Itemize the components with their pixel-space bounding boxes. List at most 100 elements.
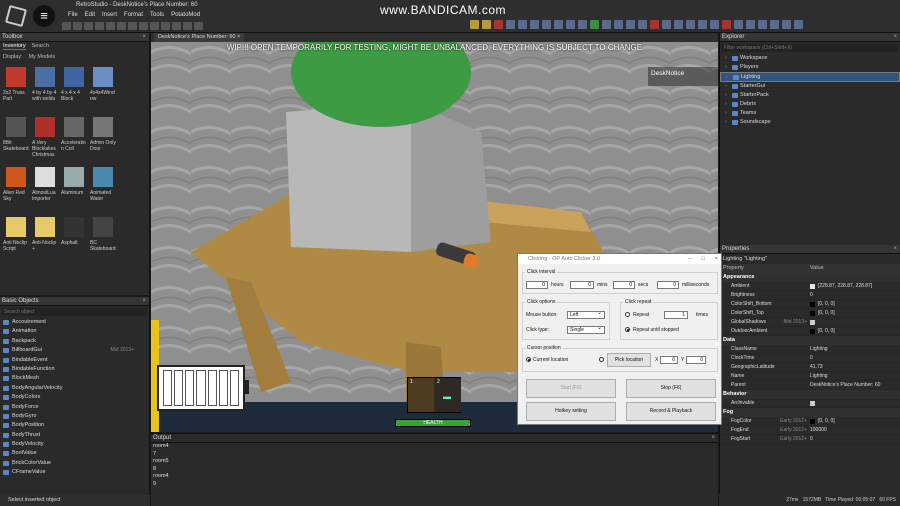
toolbox-item[interactable]: Aluminum: [61, 165, 86, 213]
menu-format[interactable]: Format: [124, 12, 143, 18]
roblox-logo-icon[interactable]: [4, 4, 28, 28]
union-icon[interactable]: [542, 20, 551, 29]
color-icon[interactable]: [602, 20, 611, 29]
basic-object-item[interactable]: Backpack: [0, 337, 149, 346]
explorer-item-players[interactable]: Players: [720, 63, 900, 72]
tab-place[interactable]: DeskNotice's Place Number: 60 ×: [154, 33, 245, 42]
display-dropdown[interactable]: My Models: [29, 54, 56, 60]
property-row[interactable]: ColorShift_Bottom [0, 0, 0]: [720, 300, 900, 309]
property-row[interactable]: FogColor Early 2012+ [0, 0, 0]: [720, 417, 900, 426]
tab-search[interactable]: Search: [32, 43, 49, 50]
color-swatch[interactable]: [810, 328, 815, 334]
menu-potatomod[interactable]: PotatoMod: [171, 12, 200, 18]
close-icon[interactable]: ×: [715, 254, 718, 264]
basic-object-item[interactable]: BlockMesh: [0, 374, 149, 383]
surface-icon[interactable]: [626, 20, 635, 29]
basic-object-item[interactable]: BodyThrust: [0, 431, 149, 440]
cut-icon[interactable]: [62, 22, 71, 30]
hours-input[interactable]: 0: [526, 281, 548, 289]
property-section[interactable]: Appearance: [720, 273, 900, 282]
property-row[interactable]: OutdoorAmbient [0, 0, 0]: [720, 327, 900, 336]
close-icon[interactable]: ×: [142, 33, 146, 42]
basic-object-item[interactable]: BodyForce: [0, 403, 149, 412]
ungroup-icon[interactable]: [578, 20, 587, 29]
property-row[interactable]: ClassName Lighting: [720, 345, 900, 354]
record-playback-button[interactable]: Record & Playback: [626, 402, 716, 421]
material-icon[interactable]: [614, 20, 623, 29]
explorer-item-soundscape[interactable]: Soundscape: [720, 118, 900, 127]
color-swatch[interactable]: [810, 283, 815, 289]
toolbox-item[interactable]: BC Skateboard: [90, 215, 116, 263]
upload-icon[interactable]: [758, 20, 767, 29]
script-icon[interactable]: [698, 20, 707, 29]
stop-icon[interactable]: [494, 20, 503, 29]
zoom-in-icon[interactable]: [161, 22, 170, 30]
toolbox-item[interactable]: 4 x 4 x 4 Block: [61, 65, 86, 113]
tab-inventory[interactable]: Inventory: [3, 43, 26, 50]
basic-object-item[interactable]: BrickColorValue: [0, 459, 149, 468]
zoom-out-icon[interactable]: [172, 22, 181, 30]
mouse-button-select[interactable]: Left: [567, 310, 605, 319]
property-value[interactable]: 41.73: [810, 363, 823, 371]
property-value[interactable]: 0: [810, 354, 813, 362]
hotbar-slot-2[interactable]: 2 ▬: [435, 378, 461, 412]
toolbox-item[interactable]: Anti Noclip Script: [3, 215, 28, 263]
x-input[interactable]: 0: [660, 356, 678, 364]
redo-icon[interactable]: [106, 22, 115, 30]
property-value[interactable]: Lighting: [810, 372, 828, 380]
negate-icon[interactable]: [554, 20, 563, 29]
property-value[interactable]: [0, 0, 0]: [818, 309, 835, 317]
start-button[interactable]: Start (F6): [526, 379, 616, 398]
close-icon[interactable]: ×: [893, 245, 897, 254]
explorer-item-lighting[interactable]: Lighting: [720, 72, 900, 83]
properties-icon[interactable]: [674, 20, 683, 29]
select-inserted-checkbox[interactable]: Select inserted object: [0, 495, 150, 506]
property-row[interactable]: Archivable: [720, 399, 900, 408]
property-value[interactable]: [0, 0, 0]: [818, 417, 835, 425]
toolbox-item[interactable]: Anti-Noclip +: [32, 215, 57, 263]
basic-objects-search-input[interactable]: Search object: [2, 308, 147, 316]
play-icon[interactable]: [470, 20, 479, 29]
group-icon[interactable]: [566, 20, 575, 29]
toolbox-item[interactable]: 8Bit Skateboard: [3, 115, 29, 163]
property-row[interactable]: ColorShift_Top [0, 0, 0]: [720, 309, 900, 318]
help-icon[interactable]: [770, 20, 779, 29]
basic-object-item[interactable]: BodyPosition: [0, 421, 149, 430]
close-icon[interactable]: ×: [711, 434, 715, 443]
stats-icon[interactable]: [782, 20, 791, 29]
menu-edit[interactable]: Edit: [85, 12, 95, 18]
maximize-icon[interactable]: □: [701, 254, 704, 264]
mins-input[interactable]: 0: [570, 281, 594, 289]
basic-object-item[interactable]: BindableEvent: [0, 356, 149, 365]
menu-insert[interactable]: Insert: [102, 12, 117, 18]
lock-icon[interactable]: [530, 20, 539, 29]
pick-location-radio[interactable]: [599, 357, 604, 362]
exit-icon[interactable]: [794, 20, 803, 29]
property-row[interactable]: FogEnd Early 2012+ 100000: [720, 426, 900, 435]
property-section[interactable]: Data: [720, 336, 900, 345]
toolbox-item[interactable]: 4 by 4 by 4 with welds: [32, 65, 57, 113]
paste-icon[interactable]: [84, 22, 93, 30]
toolbox-item[interactable]: A Very Blocklakes Christmas: [32, 115, 57, 163]
color-swatch[interactable]: [810, 301, 815, 307]
drop-icon[interactable]: [638, 20, 647, 29]
milliseconds-input[interactable]: 0: [657, 281, 679, 289]
menu-file[interactable]: File: [68, 12, 78, 18]
basic-object-item[interactable]: BodyVelocity: [0, 440, 149, 449]
hotkey-setting-button[interactable]: Hotkey setting: [526, 402, 616, 421]
copy-icon[interactable]: [73, 22, 82, 30]
property-row[interactable]: FogStart Early 2012+ 0: [720, 435, 900, 444]
toolbox-item[interactable]: Animated Water: [90, 165, 115, 213]
property-value[interactable]: 0: [810, 435, 813, 443]
fullscreen-icon[interactable]: [746, 20, 755, 29]
basic-object-item[interactable]: BodyGyro: [0, 412, 149, 421]
record-icon[interactable]: [722, 20, 731, 29]
camera-icon[interactable]: [183, 22, 192, 30]
toolbox-item[interactable]: 4x4x4Wind ow: [90, 65, 115, 113]
rotate-icon[interactable]: [150, 22, 159, 30]
property-value[interactable]: Lighting: [810, 345, 828, 353]
color-swatch[interactable]: [810, 310, 815, 316]
pause-icon[interactable]: [482, 20, 491, 29]
minimize-icon[interactable]: –: [688, 254, 691, 264]
current-location-radio[interactable]: [526, 357, 531, 362]
